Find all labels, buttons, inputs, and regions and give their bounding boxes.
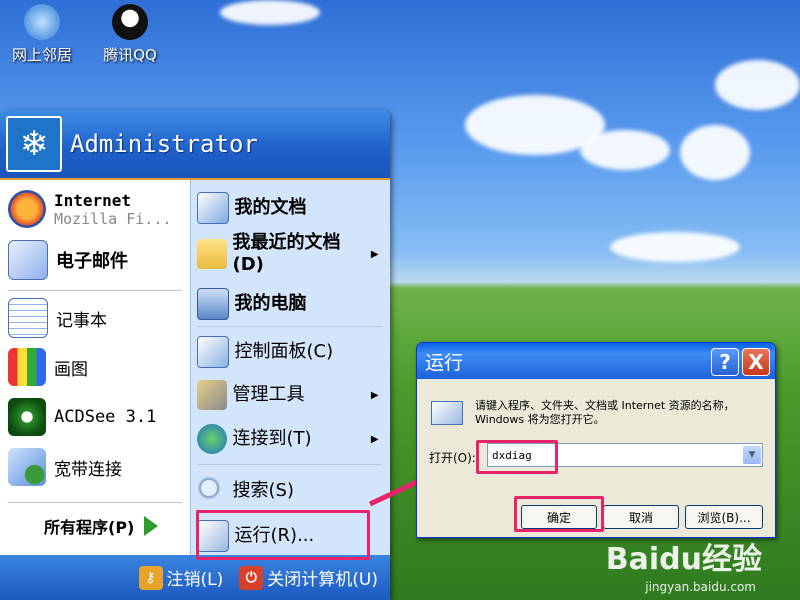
my-computer-icon: [196, 288, 229, 320]
run-dialog-titlebar: 运行 ? X: [417, 343, 775, 379]
menu-item-label: 我最近的文档 (D): [233, 232, 341, 276]
cloud: [580, 130, 670, 170]
menu-item-label: 宽带连接: [54, 459, 122, 480]
close-icon: X: [748, 350, 764, 374]
cloud: [680, 125, 750, 180]
submenu-arrow-icon: ▶: [370, 248, 379, 260]
user-name: Administrator: [70, 130, 258, 158]
desktop-icon-label: 网上邻居: [11, 46, 72, 64]
menu-item-my-documents[interactable]: 我的文档: [196, 192, 383, 224]
menu-item-label: 控制面板(C): [234, 341, 334, 362]
menu-item-acdsee[interactable]: ACDSee 3.1: [8, 398, 156, 436]
menu-item-paint[interactable]: 画图: [8, 348, 88, 386]
highlight-open-input: [476, 440, 558, 474]
run-dialog-description: 请键入程序、文件夹、文档或 Internet 资源的名称，Windows 将为您…: [475, 399, 735, 426]
menu-item-label: 管理工具: [232, 384, 305, 405]
menu-item-recent-documents[interactable]: 我最近的文档 (D) ▶: [196, 232, 383, 276]
shutdown-button[interactable]: ⏻ 关闭计算机(U): [239, 565, 378, 590]
notepad-icon: [8, 298, 48, 338]
email-icon: [8, 240, 48, 280]
recent-docs-line2: (D): [232, 254, 264, 275]
submenu-arrow-icon: ▶: [370, 389, 379, 401]
start-menu-footer: ⚷ 注销(L) ⏻ 关闭计算机(U): [0, 555, 390, 600]
all-programs-label: 所有程序(P): [44, 518, 135, 537]
cancel-button[interactable]: 取消: [603, 505, 679, 529]
cancel-label: 取消: [628, 510, 653, 525]
shutdown-label: 关闭计算机(U): [267, 570, 378, 590]
all-programs-button[interactable]: 所有程序(P): [44, 514, 159, 538]
menu-item-my-computer[interactable]: 我的电脑: [196, 288, 383, 320]
broadband-connection-icon: [8, 448, 46, 486]
menu-item-label: ACDSee 3.1: [54, 407, 157, 427]
help-button[interactable]: ?: [711, 348, 739, 376]
menu-item-label: 我的电脑: [234, 293, 307, 314]
run-program-icon: [431, 401, 463, 425]
menu-item-connect-to[interactable]: 连接到(T) ▶: [196, 424, 383, 454]
desktop-icon-qq[interactable]: 腾讯QQ: [90, 4, 170, 65]
cloud: [610, 232, 740, 262]
submenu-arrow-icon: ▶: [370, 433, 379, 445]
pinned-programs-panel: Internet Mozilla Fi... 电子邮件 记事本 画图 ACDSe…: [0, 180, 190, 555]
menu-item-label: 连接到(T): [232, 428, 312, 449]
logoff-label: 注销(L): [166, 570, 224, 590]
start-menu-header: ❄ Administrator: [0, 110, 390, 180]
menu-item-search[interactable]: 搜索(S): [196, 476, 383, 506]
highlight-ok-button: [514, 496, 604, 532]
key-icon: ⚷: [138, 565, 163, 590]
watermark-url: jingyan.baidu.com: [645, 580, 756, 594]
menu-item-email[interactable]: 电子邮件: [8, 240, 128, 280]
qq-penguin-icon: [112, 4, 148, 40]
menu-item-label: 我的文档: [234, 197, 307, 218]
menu-item-title: Internet: [54, 190, 132, 210]
menu-item-control-panel[interactable]: 控制面板(C): [196, 336, 383, 368]
power-icon: ⏻: [239, 565, 264, 590]
menu-item-admin-tools[interactable]: 管理工具 ▶: [196, 380, 383, 410]
logoff-button[interactable]: ⚷ 注销(L): [138, 565, 224, 590]
help-icon: ?: [719, 350, 731, 374]
menu-item-label: 电子邮件: [56, 251, 128, 272]
network-icon: [24, 4, 60, 40]
browse-button[interactable]: 浏览(B)...: [685, 505, 763, 529]
browse-label: 浏览(B)...: [697, 510, 751, 525]
menu-item-label: 画图: [54, 359, 88, 380]
menu-item-subtitle: Mozilla Fi...: [54, 209, 172, 228]
recent-docs-line1: 我最近的文档: [232, 232, 341, 253]
connect-to-globe-icon: [196, 424, 227, 454]
separator: [8, 290, 182, 291]
desktop-icon-label: 腾讯QQ: [103, 46, 157, 64]
places-panel: 我的文档 我最近的文档 (D) ▶ 我的电脑 控制面板(C) 管理工具 ▶ 连接…: [189, 180, 390, 555]
admin-tools-icon: [196, 380, 227, 410]
highlight-run-item: [196, 510, 370, 560]
separator: [196, 464, 383, 465]
baidu-jingyan-logo: Baidu经验: [605, 542, 762, 577]
run-dialog-title: 运行: [425, 351, 464, 374]
control-panel-icon: [196, 336, 229, 368]
menu-item-label: 记事本: [56, 310, 107, 331]
green-arrow-icon: [144, 516, 159, 536]
firefox-icon: [8, 190, 46, 228]
menu-item-internet[interactable]: Internet Mozilla Fi...: [8, 190, 171, 228]
acdsee-eye-icon: [8, 398, 46, 436]
menu-item-label: 搜索(S): [232, 480, 294, 501]
open-label: 打开(O):: [429, 451, 476, 465]
my-documents-icon: [196, 192, 229, 224]
menu-item-broadband[interactable]: 宽带连接: [8, 448, 122, 486]
desktop-icon-network[interactable]: 网上邻居: [2, 4, 82, 65]
separator: [196, 326, 383, 327]
menu-item-notepad[interactable]: 记事本: [8, 298, 107, 338]
snowflake-icon: ❄: [19, 124, 49, 164]
close-button[interactable]: X: [742, 348, 770, 376]
folder-icon: [196, 239, 227, 269]
cloud: [220, 0, 320, 25]
cloud: [715, 60, 800, 110]
separator: [8, 502, 182, 503]
dropdown-arrow-icon[interactable]: ▼: [743, 446, 761, 464]
paint-icon: [8, 348, 46, 386]
search-magnifier-icon: [196, 476, 227, 506]
user-avatar[interactable]: ❄: [6, 116, 62, 172]
